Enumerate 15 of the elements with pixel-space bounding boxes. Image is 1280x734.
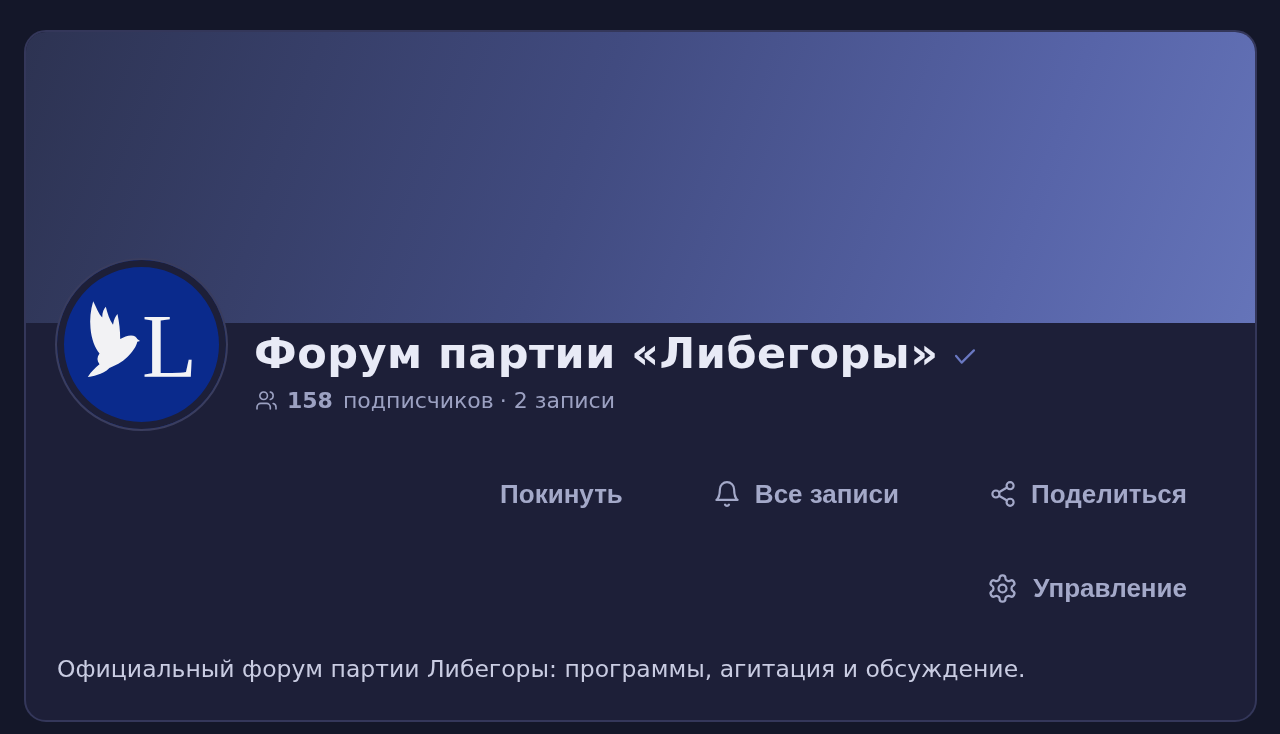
- channel-description: Официальный форум партии Либегоры: программы, агитация и обсуждение.: [57, 654, 1027, 685]
- post-count: · 2 записи: [499, 387, 615, 414]
- bell-icon: [714, 481, 739, 507]
- subscriber-label: подписчиков: [342, 387, 494, 414]
- logo-letter: L: [142, 301, 197, 392]
- settings-icon: [988, 573, 1018, 603]
- dove-icon: [86, 300, 140, 379]
- share-icon: [990, 481, 1015, 507]
- action-button[interactable]: Поделиться: [944, 469, 1233, 519]
- channel-title: Форум партии «Либегоры»: [254, 328, 939, 380]
- subscriber-count: 158: [287, 387, 333, 414]
- action-button[interactable]: Все записи: [668, 469, 945, 519]
- action-button[interactable]: Покинуть: [454, 469, 669, 519]
- users-icon: [256, 391, 277, 411]
- action-button[interactable]: Управление: [942, 563, 1233, 613]
